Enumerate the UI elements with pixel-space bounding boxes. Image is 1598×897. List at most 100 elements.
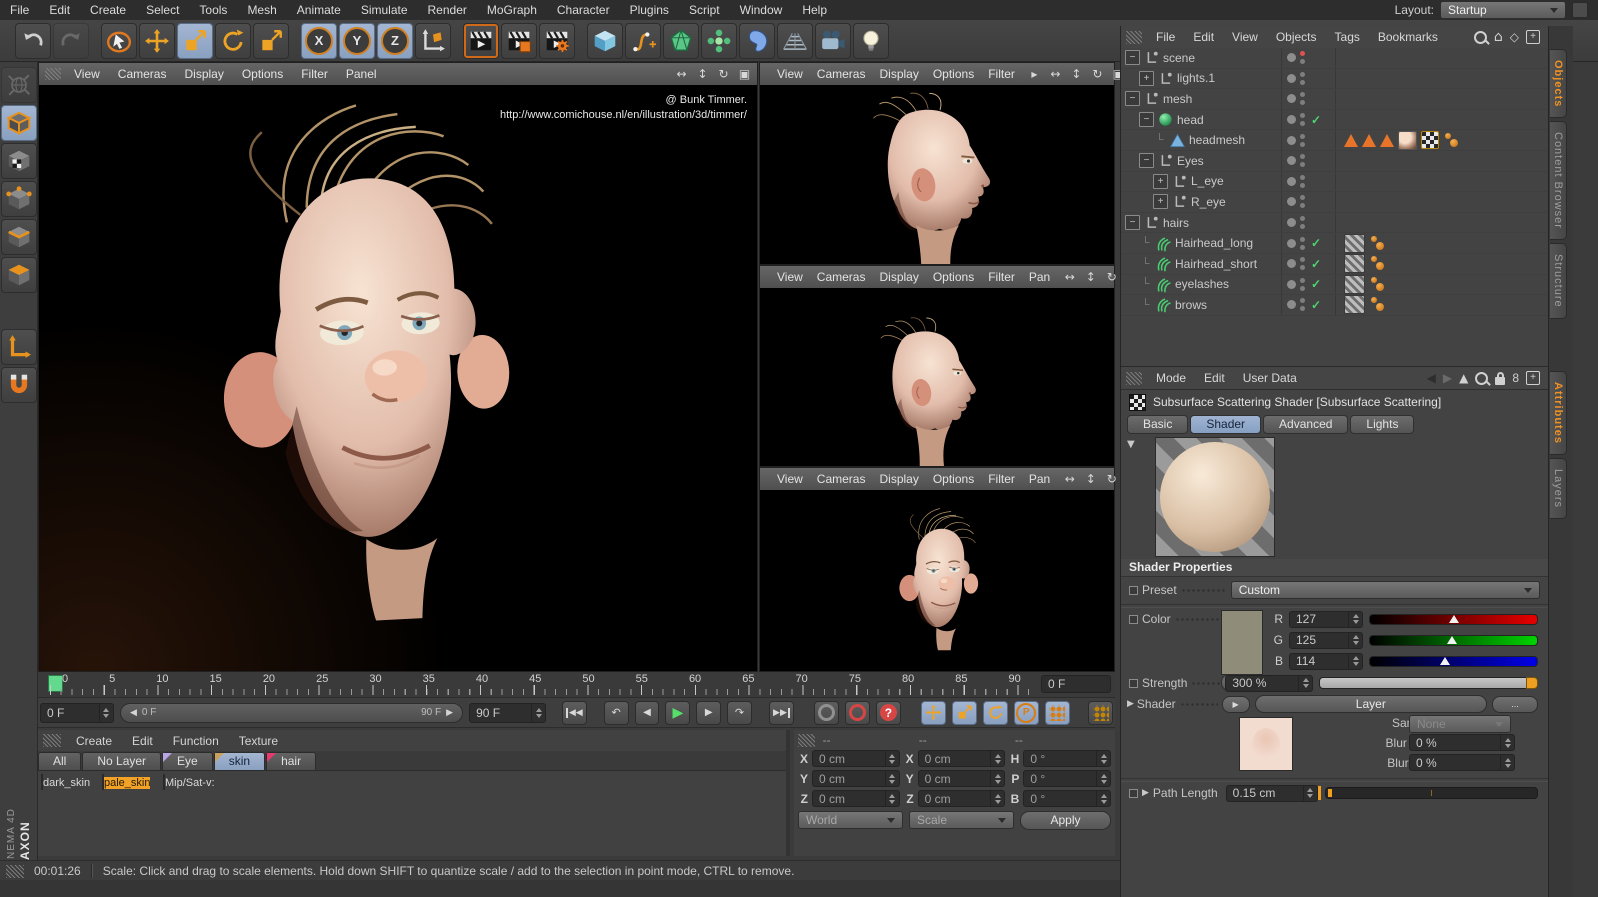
material-layer-tab[interactable]: All — [38, 752, 82, 770]
next-key-button[interactable]: ↷ — [727, 700, 752, 725]
shader-layer-button[interactable]: Layer — [1254, 695, 1487, 713]
parent-object-icon[interactable]: ▲ — [1459, 371, 1468, 385]
play-button[interactable]: ▶ — [665, 700, 691, 725]
viewport-menu-item[interactable]: Filter — [981, 67, 1022, 81]
previous-key-button[interactable]: ↶ — [603, 700, 629, 725]
add-camera-button[interactable] — [815, 22, 851, 59]
viewport-menu-item[interactable]: Options — [926, 472, 981, 486]
dots-tag[interactable] — [1369, 296, 1386, 313]
record-rotation-button[interactable] — [983, 700, 1008, 725]
keyframe-dot[interactable] — [1129, 614, 1138, 624]
menu-item[interactable]: Mesh — [237, 3, 286, 17]
visibility-dots[interactable] — [1300, 51, 1305, 65]
tree-row-mesh[interactable]: − mesh — [1121, 89, 1548, 110]
layout-dropdown[interactable]: Startup — [1440, 1, 1566, 19]
expander-minus-icon[interactable]: − — [1139, 153, 1154, 169]
record-pla-button[interactable] — [1044, 700, 1070, 725]
material-layer-tab[interactable]: Eye — [162, 752, 213, 770]
slider-left-arrow-icon[interactable]: ◀ — [130, 708, 137, 718]
path-length-field[interactable]: 0.15 cm — [1225, 784, 1318, 802]
dolly-view-icon[interactable]: ↕ — [694, 67, 711, 81]
rotation-b-field[interactable]: 0 ° — [1023, 790, 1112, 807]
viewport-menu-item[interactable]: Display — [872, 67, 925, 81]
visibility-dots[interactable] — [1300, 174, 1305, 188]
expander-plus-icon[interactable]: + — [1153, 194, 1168, 210]
object-manager-menu-item[interactable]: View — [1223, 30, 1267, 44]
viewport-right-3[interactable]: View Cameras Display Options Filter Pan ↔ ↕ ↻… — [759, 467, 1138, 672]
visibility-dots[interactable] — [1300, 195, 1305, 209]
record-parameter-button[interactable]: P — [1013, 700, 1039, 725]
dolly-view-icon[interactable]: ↕ — [1082, 270, 1099, 284]
layer-dot[interactable] — [1287, 94, 1296, 104]
menu-item[interactable]: Tools — [189, 3, 237, 17]
attribute-menu-item[interactable]: User Data — [1234, 371, 1306, 385]
material-menu-item[interactable]: Texture — [229, 734, 288, 748]
layer-dot[interactable] — [1287, 259, 1296, 269]
tree-row-brows[interactable]: └ brows ✓ — [1121, 295, 1548, 316]
viewport-menu-item[interactable]: Display — [175, 67, 232, 81]
expander-minus-icon[interactable]: − — [1139, 112, 1154, 128]
material-preview-sphere[interactable] — [41, 774, 43, 790]
transform-mode-dropdown[interactable]: Scale — [909, 811, 1014, 829]
color-b-field[interactable]: 114 — [1289, 652, 1363, 670]
coordinate-space-dropdown[interactable]: World — [798, 811, 903, 829]
tree-row-eyelashes[interactable]: └ eyelashes ✓ — [1121, 274, 1548, 296]
dolly-view-icon[interactable]: ↕ — [1068, 67, 1085, 81]
preset-dropdown[interactable]: Custom — [1230, 581, 1540, 599]
record-position-button[interactable] — [921, 700, 947, 725]
spinner[interactable] — [531, 703, 545, 722]
visibility-dots[interactable] — [1300, 133, 1305, 147]
dolly-view-icon[interactable]: ↕ — [1082, 472, 1099, 486]
viewport-menu-item[interactable]: Display — [872, 472, 925, 486]
lock-icon[interactable] — [1495, 371, 1506, 385]
color-b-slider[interactable] — [1369, 655, 1538, 667]
enabled-check-icon[interactable]: ✓ — [1309, 298, 1323, 312]
expander-minus-icon[interactable]: − — [1125, 50, 1140, 66]
hatch-tag[interactable] — [1344, 274, 1365, 294]
menu-item[interactable]: Help — [792, 3, 837, 17]
live-selection-button[interactable] — [101, 22, 137, 59]
expander-plus-icon[interactable]: + — [1139, 70, 1154, 86]
strength-slider[interactable] — [1319, 677, 1538, 689]
layer-texture-thumbnail[interactable] — [1239, 717, 1293, 771]
material-preview-sphere[interactable] — [163, 774, 165, 790]
last-used-tool-button[interactable] — [253, 22, 289, 59]
enabled-check-icon[interactable]: ✓ — [1309, 236, 1323, 250]
material-item[interactable]: Mip/Sat-v: — [163, 774, 221, 791]
attribute-tab[interactable]: Shader — [1190, 415, 1262, 434]
search-icon[interactable] — [1475, 371, 1489, 385]
search-icon[interactable] — [1473, 30, 1487, 44]
shader-expander-icon[interactable]: ▶ — [1127, 699, 1134, 709]
object-manager-menu-item[interactable]: Edit — [1184, 30, 1223, 44]
add-generator-button[interactable] — [663, 22, 699, 59]
dots-tag[interactable] — [1443, 132, 1460, 149]
viewport-right-2[interactable]: View Cameras Display Options Filter Pan ↔ ↕ ↻… — [759, 265, 1138, 467]
hatch-tag[interactable] — [1344, 254, 1365, 274]
polygons-mode-button[interactable] — [0, 257, 37, 293]
rotation-p-field[interactable]: 0 ° — [1023, 770, 1112, 787]
viewport-menu-item[interactable]: Pan — [1022, 472, 1057, 486]
layer-dot[interactable] — [1287, 300, 1296, 310]
object-manager-menu-item[interactable]: File — [1147, 30, 1184, 44]
snap-settings-button[interactable] — [0, 367, 37, 403]
tree-row-hairs[interactable]: − hairs — [1121, 212, 1548, 234]
material-menu-item[interactable]: Function — [163, 734, 229, 748]
strength-field[interactable]: 300 % — [1225, 674, 1314, 692]
material-item[interactable]: dark_skin — [41, 774, 99, 791]
shader-preset-button[interactable]: ▶ — [1221, 695, 1250, 713]
lock-y-axis-button[interactable]: Y — [339, 22, 375, 59]
tri-tag[interactable] — [1362, 133, 1376, 147]
tex-tag[interactable] — [1398, 130, 1417, 150]
enable-axis-button[interactable] — [0, 329, 37, 365]
blur-offset-field[interactable]: 0 % — [1409, 734, 1515, 751]
panel-tab[interactable]: Layers — [1550, 457, 1567, 519]
attribute-tab[interactable]: Advanced — [1263, 415, 1349, 434]
range-start-field[interactable]: 0 F — [40, 702, 114, 723]
viewport-menu-item[interactable]: Options — [233, 67, 292, 81]
current-frame-field[interactable]: 0 F — [1041, 675, 1111, 693]
viewport-menu-item[interactable]: View — [65, 67, 109, 81]
viewport-menu-item[interactable]: Display — [872, 270, 925, 284]
checker-tag[interactable] — [1421, 131, 1439, 150]
tri-tag[interactable] — [1344, 133, 1358, 147]
tree-row-head[interactable]: − head ✓ — [1121, 109, 1548, 131]
